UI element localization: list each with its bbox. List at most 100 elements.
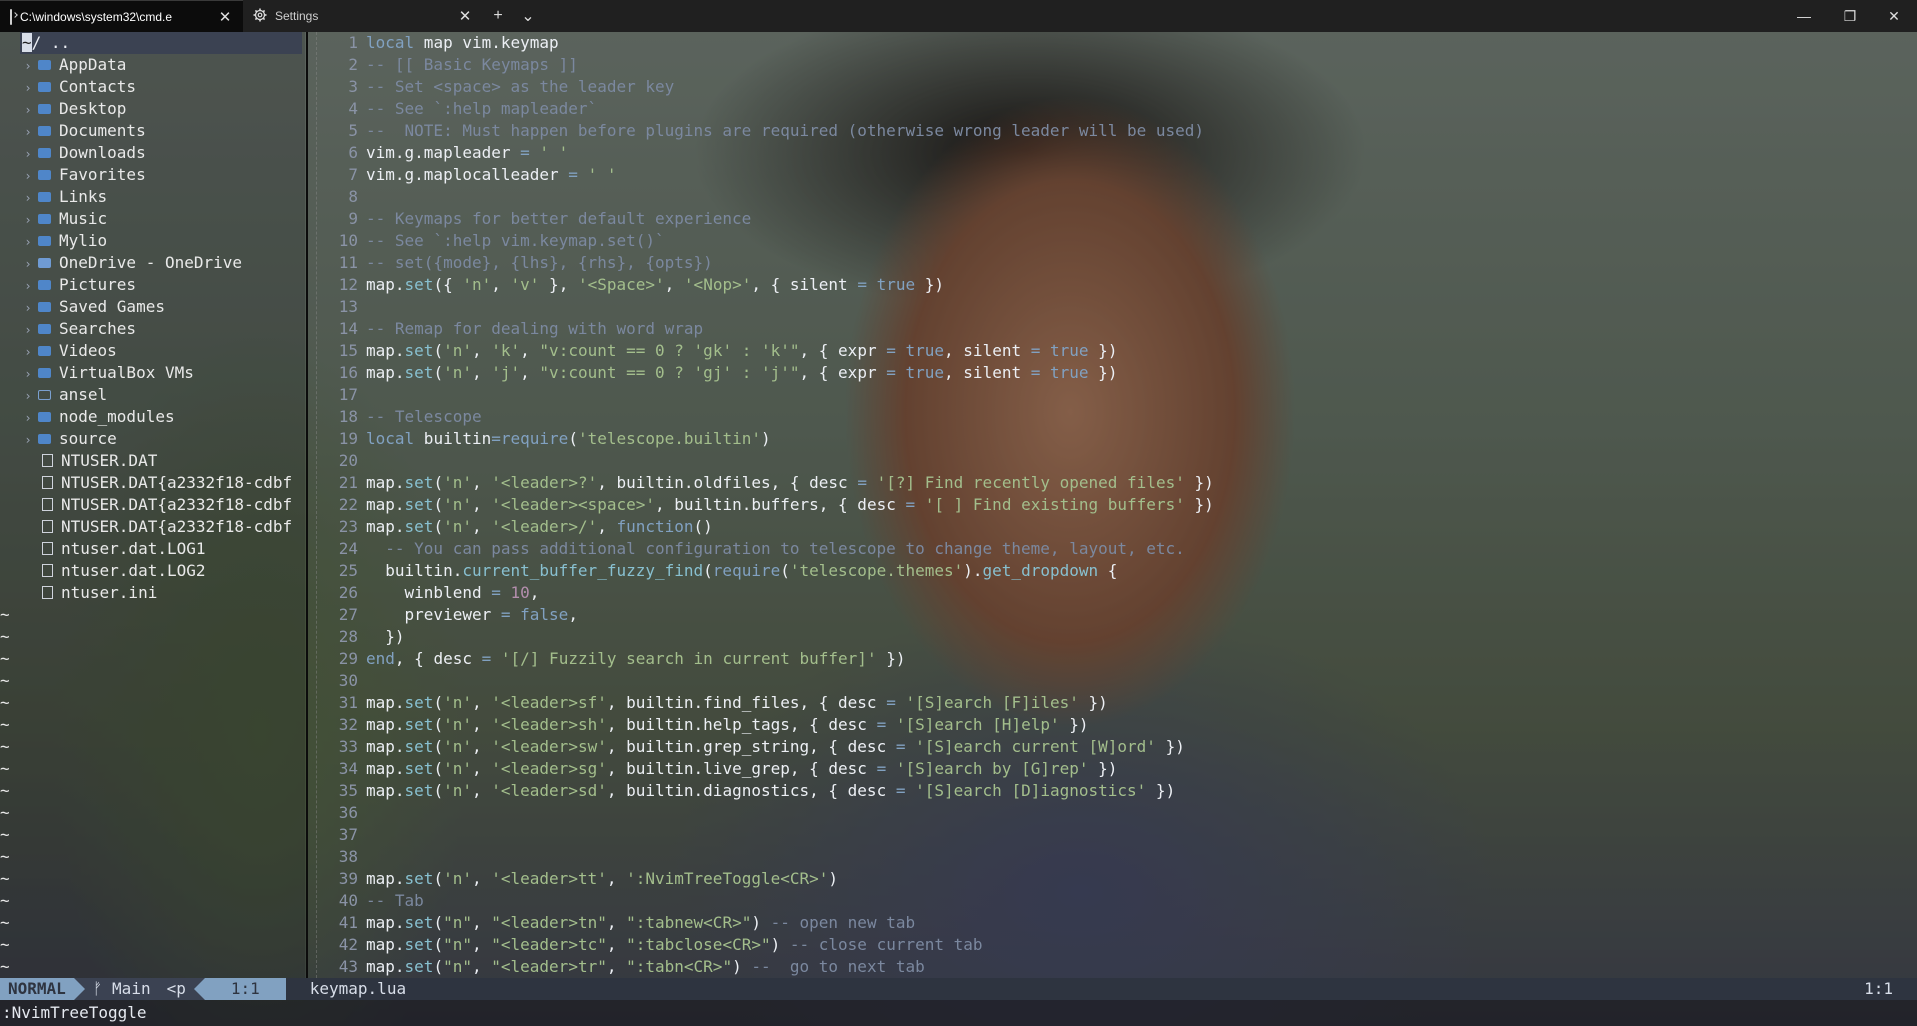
command-line[interactable]: :NvimTreeToggle [0, 1000, 1917, 1026]
close-tab-icon[interactable]: ✕ [217, 8, 233, 26]
chevron-right-icon[interactable]: › [18, 319, 38, 341]
code-line[interactable]: 15 map.set('n', 'k', "v:count == 0 ? 'gk'… [314, 340, 1917, 362]
tree-file[interactable]: NTUSER.DAT{a2332f18-cdbf [0, 494, 305, 516]
tree-folder[interactable]: › Saved Games [0, 296, 305, 318]
tree-folder[interactable]: › Links [0, 186, 305, 208]
code-line[interactable]: 43 map.set("n", "<leader>tr", ":tabn<CR>"… [314, 956, 1917, 978]
code-line[interactable]: 10 -- See `:help vim.keymap.set()` [314, 230, 1917, 252]
chevron-right-icon[interactable]: › [18, 55, 38, 77]
code-line[interactable]: 36 [314, 802, 1917, 824]
code-line[interactable]: 12 map.set({ 'n', 'v' }, '<Space>', '<Nop… [314, 274, 1917, 296]
tree-folder[interactable]: › AppData [0, 54, 305, 76]
terminal-pane[interactable]: ~/ .. › AppData › Contacts › Desktop › Document… [0, 32, 1917, 1026]
chevron-right-icon[interactable]: › [18, 121, 38, 143]
code-line[interactable]: 20 [314, 450, 1917, 472]
chevron-right-icon[interactable]: › [18, 99, 38, 121]
code-line[interactable]: 42 map.set("n", "<leader>tc", ":tabclose<… [314, 934, 1917, 956]
code-line[interactable]: 28 }) [314, 626, 1917, 648]
chevron-right-icon[interactable]: › [18, 297, 38, 319]
code-line[interactable]: 27 previewer = false, [314, 604, 1917, 626]
tree-folder[interactable]: › Contacts [0, 76, 305, 98]
chevron-right-icon[interactable]: › [18, 143, 38, 165]
new-tab-button[interactable]: + [483, 7, 513, 25]
chevron-right-icon[interactable]: › [18, 429, 38, 451]
tree-folder[interactable]: › VirtualBox VMs [0, 362, 305, 384]
code-line[interactable]: 32 map.set('n', '<leader>sh', builtin.hel… [314, 714, 1917, 736]
chevron-right-icon[interactable]: › [18, 275, 38, 297]
chevron-right-icon[interactable]: › [18, 407, 38, 429]
chevron-right-icon[interactable]: › [18, 231, 38, 253]
code-line[interactable]: 18 -- Telescope [314, 406, 1917, 428]
tree-folder[interactable]: › Favorites [0, 164, 305, 186]
tree-folder[interactable]: › Downloads [0, 142, 305, 164]
tree-folder[interactable]: › ansel [0, 384, 305, 406]
tab-dropdown-button[interactable]: ⌄ [513, 6, 543, 26]
code-line[interactable]: 11 -- set({mode}, {lhs}, {rhs}, {opts}) [314, 252, 1917, 274]
code-line[interactable]: 2 -- [[ Basic Keymaps ]] [314, 54, 1917, 76]
chevron-right-icon[interactable]: › [18, 209, 38, 231]
code-line[interactable]: 16 map.set('n', 'j', "v:count == 0 ? 'gj'… [314, 362, 1917, 384]
code-line[interactable]: 21 map.set('n', '<leader>?', builtin.oldf… [314, 472, 1917, 494]
chevron-right-icon[interactable]: › [18, 253, 38, 275]
tree-folder[interactable]: › Music [0, 208, 305, 230]
tree-folder[interactable]: › Mylio [0, 230, 305, 252]
code-line[interactable]: 24 -- You can pass additional configurat… [314, 538, 1917, 560]
tree-file[interactable]: ntuser.dat.LOG1 [0, 538, 305, 560]
tree-file[interactable]: NTUSER.DAT{a2332f18-cdbf [0, 516, 305, 538]
code-line[interactable]: 3 -- Set <space> as the leader key [314, 76, 1917, 98]
chevron-right-icon[interactable]: › [18, 385, 38, 407]
tree-file[interactable]: ntuser.dat.LOG2 [0, 560, 305, 582]
file-tree[interactable]: ~/ .. › AppData › Contacts › Desktop › Document… [0, 32, 305, 998]
code-line[interactable]: 38 [314, 846, 1917, 868]
tree-file[interactable]: NTUSER.DAT [0, 450, 305, 472]
tree-file[interactable]: NTUSER.DAT{a2332f18-cdbf [0, 472, 305, 494]
chevron-right-icon[interactable]: › [18, 77, 38, 99]
code-editor[interactable]: 1 local map vim.keymap 2 -- [[ Basic Keymap… [314, 32, 1917, 978]
tab-settings[interactable]: Settings ✕ [243, 0, 483, 32]
code-line[interactable]: 35 map.set('n', '<leader>sd', builtin.dia… [314, 780, 1917, 802]
tree-header[interactable]: ~/ .. [20, 32, 302, 54]
tree-folder[interactable]: › source [0, 428, 305, 450]
code-line[interactable]: 5 -- NOTE: Must happen before plugins are… [314, 120, 1917, 142]
tree-folder[interactable]: › Searches [0, 318, 305, 340]
tree-folder[interactable]: › Pictures [0, 274, 305, 296]
code-line[interactable]: 19 local builtin=require('telescope.built… [314, 428, 1917, 450]
chevron-right-icon[interactable]: › [18, 363, 38, 385]
close-tab-icon[interactable]: ✕ [457, 7, 473, 25]
code-line[interactable]: 14 -- Remap for dealing with word wrap [314, 318, 1917, 340]
code-line[interactable]: 41 map.set("n", "<leader>tn", ":tabnew<CR… [314, 912, 1917, 934]
code-line[interactable]: 39 map.set('n', '<leader>tt', ':NvimTreeT… [314, 868, 1917, 890]
tree-file[interactable]: ntuser.ini [0, 582, 305, 604]
code-line[interactable]: 9 -- Keymaps for better default experienc… [314, 208, 1917, 230]
tree-folder[interactable]: › OneDrive - OneDrive [0, 252, 305, 274]
chevron-right-icon[interactable]: › [18, 341, 38, 363]
chevron-right-icon[interactable]: › [18, 165, 38, 187]
code-line[interactable]: 31 map.set('n', '<leader>sf', builtin.fin… [314, 692, 1917, 714]
code-line[interactable]: 17 [314, 384, 1917, 406]
code-line[interactable]: 7 vim.g.maplocalleader = ' ' [314, 164, 1917, 186]
code-line[interactable]: 8 [314, 186, 1917, 208]
code-line[interactable]: 1 local map vim.keymap [314, 32, 1917, 54]
code-line[interactable]: 40 -- Tab [314, 890, 1917, 912]
tree-folder[interactable]: › Videos [0, 340, 305, 362]
code-line[interactable]: 25 builtin.current_buffer_fuzzy_find(req… [314, 560, 1917, 582]
code-line[interactable]: 4 -- See `:help mapleader` [314, 98, 1917, 120]
code-line[interactable]: 22 map.set('n', '<leader><space>', builti… [314, 494, 1917, 516]
tree-folder[interactable]: › Documents [0, 120, 305, 142]
code-line[interactable]: 33 map.set('n', '<leader>sw', builtin.gre… [314, 736, 1917, 758]
code-line[interactable]: 26 winblend = 10, [314, 582, 1917, 604]
code-line[interactable]: 30 [314, 670, 1917, 692]
split-divider[interactable] [306, 32, 308, 978]
close-window-button[interactable]: ✕ [1871, 0, 1917, 32]
code-line[interactable]: 6 vim.g.mapleader = ' ' [314, 142, 1917, 164]
code-line[interactable]: 37 [314, 824, 1917, 846]
tree-folder[interactable]: › Desktop [0, 98, 305, 120]
chevron-right-icon[interactable]: › [18, 187, 38, 209]
maximize-button[interactable]: ❐ [1827, 0, 1873, 32]
code-line[interactable]: 29 end, { desc = '[/] Fuzzily search in c… [314, 648, 1917, 670]
minimize-button[interactable]: — [1781, 0, 1827, 32]
code-line[interactable]: 13 [314, 296, 1917, 318]
tab-cmd[interactable]: C:\windows\system32\cmd.e ✕ [0, 0, 243, 32]
tree-folder[interactable]: › node_modules [0, 406, 305, 428]
code-line[interactable]: 34 map.set('n', '<leader>sg', builtin.liv… [314, 758, 1917, 780]
